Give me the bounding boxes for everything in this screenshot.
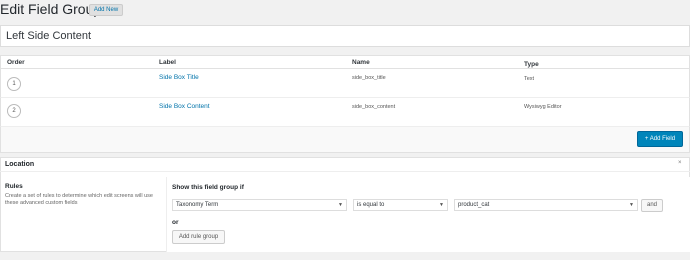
fields-table-header	[0, 55, 690, 69]
rule-value-value: product_cat	[458, 202, 490, 208]
rules-label: Rules	[5, 183, 23, 190]
order-badge[interactable]: 1	[7, 77, 21, 91]
chevron-down-icon: ▼	[338, 202, 343, 208]
page-title: Edit Field Group	[0, 1, 102, 17]
field-name: side_box_title	[352, 75, 386, 81]
add-rule-group-button[interactable]: Add rule group	[172, 230, 225, 244]
field-group-title-input[interactable]: Left Side Content	[0, 25, 690, 47]
location-title: Location	[5, 161, 35, 168]
rule-param-value: Taxonomy Term	[176, 202, 219, 208]
rule-value-select[interactable]: product_cat ▼	[454, 199, 638, 211]
field-type: Text	[524, 76, 535, 82]
rule-param-select[interactable]: Taxonomy Term ▼	[172, 199, 347, 211]
column-header-label: Label	[159, 59, 176, 66]
column-header-type: Type	[524, 61, 539, 68]
field-name: side_box_content	[352, 104, 396, 110]
add-new-button[interactable]: Add New	[89, 4, 123, 16]
and-button[interactable]: and	[641, 199, 663, 212]
rules-area	[166, 177, 690, 252]
rule-operator-select[interactable]: is equal to ▼	[353, 199, 448, 211]
divider	[0, 171, 690, 172]
collapse-toggle-icon[interactable]: ×	[678, 160, 682, 166]
column-header-name: Name	[352, 59, 370, 66]
chevron-down-icon: ▼	[439, 202, 444, 208]
field-label-link[interactable]: Side Box Content	[159, 103, 210, 110]
rules-description: Create a set of rules to determine which…	[5, 193, 153, 206]
field-type: Wysiwyg Editor	[524, 104, 562, 110]
or-label: or	[172, 219, 179, 226]
order-badge[interactable]: 2	[7, 104, 21, 118]
table-row	[0, 69, 690, 98]
show-if-label: Show this field group if	[172, 184, 244, 191]
chevron-down-icon: ▼	[629, 202, 634, 208]
column-header-order: Order	[7, 59, 25, 66]
rule-operator-value: is equal to	[357, 202, 385, 208]
field-label-link[interactable]: Side Box Title	[159, 74, 199, 81]
add-field-button[interactable]: + Add Field	[637, 131, 683, 147]
table-row	[0, 98, 690, 127]
